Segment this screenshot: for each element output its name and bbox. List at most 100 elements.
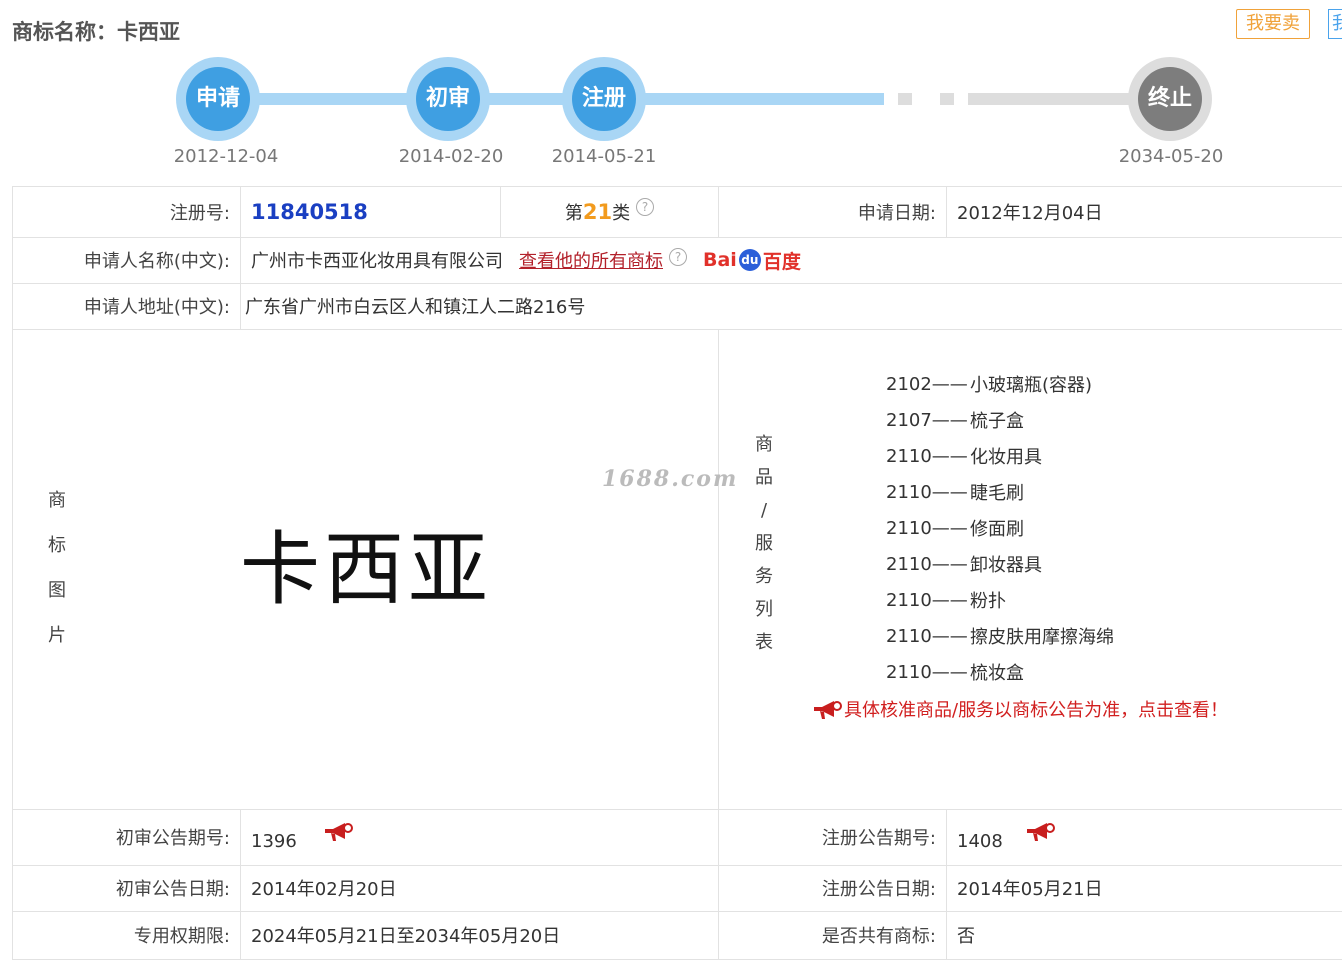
help-icon[interactable]: ?: [669, 248, 687, 266]
label-char: 片: [48, 625, 66, 646]
secondary-button[interactable]: 我: [1328, 9, 1342, 39]
step-date: 2014-05-21: [551, 146, 657, 167]
goods-name: 修面刷: [970, 519, 1024, 540]
reg-pub-no: 1408: [957, 830, 1003, 852]
image-section-label: 商 标 图 片: [48, 478, 66, 658]
watermark: 1688.com: [602, 466, 739, 492]
goods-list: 2102—— 小玻璃瓶(容器) 2107—— 梳子盒 2110—— 化妆用具 2110…: [886, 366, 1114, 690]
baidu-paw-icon: du: [738, 249, 761, 271]
goods-notice-text: 具体核准商品/服务以商标公告为准，点击查看！: [844, 700, 1229, 721]
table-row: 注册号: 11840518 第 21 类? 申请日期: 2012年12月04日: [12, 187, 1342, 238]
prelim-no: 1396: [251, 830, 297, 852]
trademark-image-text: 卡西亚: [240, 523, 492, 616]
goods-name: 小玻璃瓶(容器): [970, 375, 1093, 396]
timeline-track-active: [218, 93, 884, 105]
class-cell: 第 21 类?: [500, 187, 718, 237]
step-prelim: 初审: [406, 57, 490, 141]
term-label: 专用权期限:: [12, 911, 240, 959]
announcement-horn-icon: [812, 699, 842, 719]
address-label: 申请人地址(中文):: [12, 283, 240, 329]
goods-code: 2110——: [886, 625, 968, 647]
trademark-info-table: 注册号: 11840518 第 21 类? 申请日期: 2012年12月04日 申请…: [12, 186, 1342, 960]
step-date: 2014-02-20: [398, 146, 504, 167]
label-char: /: [760, 500, 768, 521]
timeline-dash: [898, 93, 912, 105]
reg-pub-no-label: 注册公告期号:: [718, 809, 946, 865]
step-label: 终止: [1138, 67, 1202, 131]
prelim-date: 2014年02月20日: [240, 865, 718, 911]
step-label: 初审: [416, 67, 480, 131]
table-row: 初审公告日期: 2014年02月20日 注册公告日期: 2014年05月21日: [12, 865, 1342, 912]
list-item: 2110—— 卸妆器具: [886, 546, 1114, 582]
list-item: 2110—— 修面刷: [886, 510, 1114, 546]
goods-code: 2107——: [886, 409, 968, 431]
goods-section-label: 商 品 / 服 务 列 表: [755, 428, 773, 659]
reg-no: 11840518: [251, 200, 368, 224]
reg-pub-date: 2014年05月21日: [946, 865, 1342, 911]
exclusive-term: 2024年05月21日至2034年05月20日: [240, 911, 718, 959]
goods-name: 擦皮肤用摩擦海绵: [970, 627, 1114, 648]
goods-name: 梳子盒: [970, 411, 1024, 432]
announcement-horn-icon[interactable]: [1025, 821, 1055, 841]
announcement-horn-icon[interactable]: [323, 821, 353, 841]
step-label: 申请: [186, 67, 250, 131]
reg-pub-date-label: 注册公告日期:: [718, 865, 946, 911]
label-char: 列: [755, 599, 773, 620]
baidu-logo-text: Bai: [703, 249, 737, 271]
goods-name: 梳妆盒: [970, 663, 1024, 684]
baidu-search-button[interactable]: Bai du 百度: [703, 247, 801, 274]
label-char: 图: [48, 580, 66, 601]
class-prefix: 第: [564, 203, 583, 224]
goods-name: 粉扑: [970, 591, 1006, 612]
shared-value: 否: [946, 911, 1342, 959]
class-suffix: 类: [612, 203, 631, 224]
list-item: 2110—— 粉扑: [886, 582, 1114, 618]
shared-label: 是否共有商标:: [718, 911, 946, 959]
applicant-label: 申请人名称(中文):: [12, 237, 240, 283]
all-marks-link[interactable]: 查看他的所有商标: [519, 247, 663, 273]
list-item: 2110—— 擦皮肤用摩擦海绵: [886, 618, 1114, 654]
step-terminate: 终止: [1128, 57, 1212, 141]
table-row: 初审公告期号: 1396 注册公告期号: 1408: [12, 809, 1342, 866]
step-date: 2012-12-04: [173, 146, 279, 167]
goods-name: 化妆用具: [970, 447, 1042, 468]
reg-no-label: 注册号:: [12, 187, 240, 237]
help-icon[interactable]: ?: [636, 198, 655, 216]
apply-date-label: 申请日期:: [718, 187, 946, 237]
sell-button[interactable]: 我要卖: [1236, 9, 1310, 39]
list-item: 2107—— 梳子盒: [886, 402, 1114, 438]
label-char: 标: [48, 535, 66, 556]
goods-name: 卸妆器具: [970, 555, 1042, 576]
list-item: 2110—— 睫毛刷: [886, 474, 1114, 510]
label-char: 服: [755, 533, 773, 554]
goods-code: 2102——: [886, 373, 968, 395]
goods-code: 2110——: [886, 589, 968, 611]
step-label: 注册: [572, 67, 636, 131]
goods-code: 2110——: [886, 661, 968, 683]
list-item: 2110—— 化妆用具: [886, 438, 1114, 474]
table-row: 专用权期限: 2024年05月21日至2034年05月20日 是否共有商标: 否: [12, 911, 1342, 960]
baidu-logo-cn: 百度: [762, 250, 801, 273]
label-char: 商: [755, 434, 773, 455]
step-register: 注册: [562, 57, 646, 141]
table-row: 申请人地址(中文): 广东省广州市白云区人和镇江人二路216号: [12, 283, 1342, 330]
step-apply: 申请: [176, 57, 260, 141]
class-number: 21: [582, 200, 613, 224]
label-char: 商: [48, 490, 66, 511]
label-char: 表: [755, 632, 773, 653]
table-row: [12, 329, 1342, 810]
list-item: 2102—— 小玻璃瓶(容器): [886, 366, 1114, 402]
page-title: 商标名称：卡西亚: [12, 20, 180, 44]
applicant-address: 广东省广州市白云区人和镇江人二路216号: [240, 283, 1342, 329]
apply-date: 2012年12月04日: [946, 187, 1342, 237]
goods-code: 2110——: [886, 553, 968, 575]
list-item: 2110—— 梳妆盒: [886, 654, 1114, 690]
step-date: 2034-05-20: [1118, 146, 1224, 167]
table-row: 申请人名称(中文): 广州市卡西亚化妆用具有限公司 查看他的所有商标 ? Bai…: [12, 237, 1342, 284]
goods-notice-link[interactable]: 具体核准商品/服务以商标公告为准，点击查看！: [812, 696, 1228, 722]
applicant-name: 广州市卡西亚化妆用具有限公司: [251, 251, 503, 272]
label-char: 品: [755, 467, 773, 488]
goods-code: 2110——: [886, 445, 968, 467]
timeline-dash: [940, 93, 954, 105]
goods-name: 睫毛刷: [970, 483, 1024, 504]
